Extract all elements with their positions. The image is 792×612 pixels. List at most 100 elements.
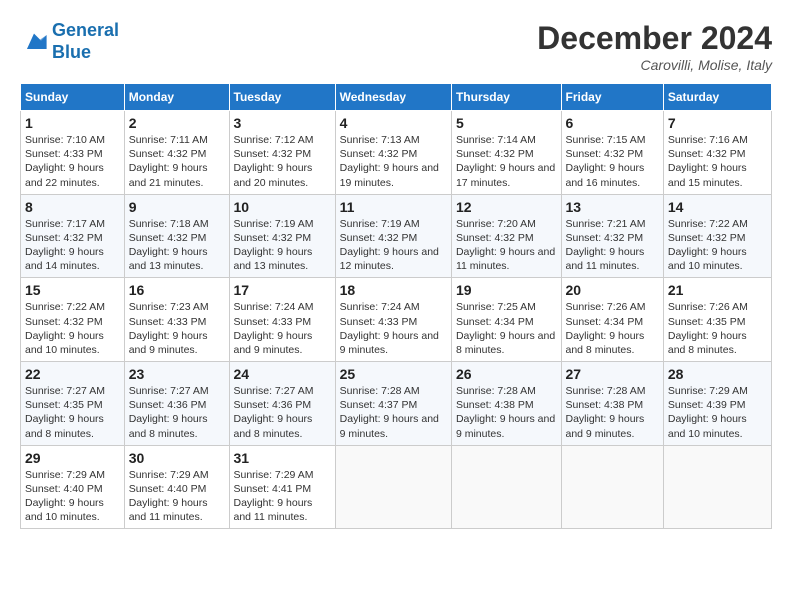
- day-number: 22: [25, 366, 120, 382]
- day-cell: 20 Sunrise: 7:26 AM Sunset: 4:34 PM Dayl…: [561, 278, 663, 362]
- day-info: Sunrise: 7:11 AM Sunset: 4:32 PM Dayligh…: [129, 133, 225, 190]
- day-cell: 12 Sunrise: 7:20 AM Sunset: 4:32 PM Dayl…: [451, 194, 561, 278]
- day-number: 23: [129, 366, 225, 382]
- logo-line1: General: [52, 20, 119, 40]
- day-info: Sunrise: 7:23 AM Sunset: 4:33 PM Dayligh…: [129, 300, 225, 357]
- day-number: 21: [668, 282, 767, 298]
- day-number: 5: [456, 115, 557, 131]
- day-number: 28: [668, 366, 767, 382]
- day-number: 10: [234, 199, 331, 215]
- day-number: 6: [566, 115, 659, 131]
- day-cell: 2 Sunrise: 7:11 AM Sunset: 4:32 PM Dayli…: [124, 111, 229, 195]
- day-number: 13: [566, 199, 659, 215]
- day-info: Sunrise: 7:12 AM Sunset: 4:32 PM Dayligh…: [234, 133, 331, 190]
- day-cell: 16 Sunrise: 7:23 AM Sunset: 4:33 PM Dayl…: [124, 278, 229, 362]
- location: Carovilli, Molise, Italy: [537, 57, 772, 73]
- day-number: 27: [566, 366, 659, 382]
- day-cell: 30 Sunrise: 7:29 AM Sunset: 4:40 PM Dayl…: [124, 445, 229, 529]
- day-number: 7: [668, 115, 767, 131]
- day-cell: [663, 445, 771, 529]
- day-info: Sunrise: 7:26 AM Sunset: 4:34 PM Dayligh…: [566, 300, 659, 357]
- page-header: General Blue December 2024 Carovilli, Mo…: [20, 20, 772, 73]
- logo-line2: Blue: [52, 42, 91, 62]
- day-cell: [561, 445, 663, 529]
- title-area: December 2024 Carovilli, Molise, Italy: [537, 20, 772, 73]
- month-title: December 2024: [537, 20, 772, 57]
- day-info: Sunrise: 7:19 AM Sunset: 4:32 PM Dayligh…: [340, 217, 447, 274]
- day-cell: 6 Sunrise: 7:15 AM Sunset: 4:32 PM Dayli…: [561, 111, 663, 195]
- day-info: Sunrise: 7:22 AM Sunset: 4:32 PM Dayligh…: [668, 217, 767, 274]
- day-cell: 11 Sunrise: 7:19 AM Sunset: 4:32 PM Dayl…: [335, 194, 451, 278]
- day-number: 29: [25, 450, 120, 466]
- day-number: 31: [234, 450, 331, 466]
- day-info: Sunrise: 7:29 AM Sunset: 4:39 PM Dayligh…: [668, 384, 767, 441]
- day-cell: 7 Sunrise: 7:16 AM Sunset: 4:32 PM Dayli…: [663, 111, 771, 195]
- header-cell-sunday: Sunday: [21, 84, 125, 111]
- day-info: Sunrise: 7:24 AM Sunset: 4:33 PM Dayligh…: [234, 300, 331, 357]
- day-number: 24: [234, 366, 331, 382]
- day-info: Sunrise: 7:15 AM Sunset: 4:32 PM Dayligh…: [566, 133, 659, 190]
- day-info: Sunrise: 7:13 AM Sunset: 4:32 PM Dayligh…: [340, 133, 447, 190]
- day-cell: 8 Sunrise: 7:17 AM Sunset: 4:32 PM Dayli…: [21, 194, 125, 278]
- day-cell: 5 Sunrise: 7:14 AM Sunset: 4:32 PM Dayli…: [451, 111, 561, 195]
- header-cell-monday: Monday: [124, 84, 229, 111]
- day-info: Sunrise: 7:19 AM Sunset: 4:32 PM Dayligh…: [234, 217, 331, 274]
- day-info: Sunrise: 7:28 AM Sunset: 4:38 PM Dayligh…: [566, 384, 659, 441]
- day-info: Sunrise: 7:29 AM Sunset: 4:40 PM Dayligh…: [129, 468, 225, 525]
- day-cell: 22 Sunrise: 7:27 AM Sunset: 4:35 PM Dayl…: [21, 362, 125, 446]
- header-cell-thursday: Thursday: [451, 84, 561, 111]
- calendar-table: SundayMondayTuesdayWednesdayThursdayFrid…: [20, 83, 772, 529]
- day-info: Sunrise: 7:24 AM Sunset: 4:33 PM Dayligh…: [340, 300, 447, 357]
- day-number: 25: [340, 366, 447, 382]
- day-info: Sunrise: 7:25 AM Sunset: 4:34 PM Dayligh…: [456, 300, 557, 357]
- day-cell: 25 Sunrise: 7:28 AM Sunset: 4:37 PM Dayl…: [335, 362, 451, 446]
- logo: General Blue: [20, 20, 119, 63]
- day-cell: 9 Sunrise: 7:18 AM Sunset: 4:32 PM Dayli…: [124, 194, 229, 278]
- day-number: 8: [25, 199, 120, 215]
- day-cell: 31 Sunrise: 7:29 AM Sunset: 4:41 PM Dayl…: [229, 445, 335, 529]
- day-info: Sunrise: 7:10 AM Sunset: 4:33 PM Dayligh…: [25, 133, 120, 190]
- day-info: Sunrise: 7:14 AM Sunset: 4:32 PM Dayligh…: [456, 133, 557, 190]
- day-cell: [451, 445, 561, 529]
- day-number: 18: [340, 282, 447, 298]
- day-number: 9: [129, 199, 225, 215]
- day-info: Sunrise: 7:21 AM Sunset: 4:32 PM Dayligh…: [566, 217, 659, 274]
- day-info: Sunrise: 7:27 AM Sunset: 4:35 PM Dayligh…: [25, 384, 120, 441]
- day-info: Sunrise: 7:18 AM Sunset: 4:32 PM Dayligh…: [129, 217, 225, 274]
- week-row-1: 1 Sunrise: 7:10 AM Sunset: 4:33 PM Dayli…: [21, 111, 772, 195]
- day-number: 3: [234, 115, 331, 131]
- day-cell: 26 Sunrise: 7:28 AM Sunset: 4:38 PM Dayl…: [451, 362, 561, 446]
- logo-text: General Blue: [52, 20, 119, 63]
- day-cell: 15 Sunrise: 7:22 AM Sunset: 4:32 PM Dayl…: [21, 278, 125, 362]
- day-number: 2: [129, 115, 225, 131]
- day-info: Sunrise: 7:16 AM Sunset: 4:32 PM Dayligh…: [668, 133, 767, 190]
- week-row-3: 15 Sunrise: 7:22 AM Sunset: 4:32 PM Dayl…: [21, 278, 772, 362]
- header-row: SundayMondayTuesdayWednesdayThursdayFrid…: [21, 84, 772, 111]
- week-row-2: 8 Sunrise: 7:17 AM Sunset: 4:32 PM Dayli…: [21, 194, 772, 278]
- day-cell: 23 Sunrise: 7:27 AM Sunset: 4:36 PM Dayl…: [124, 362, 229, 446]
- day-info: Sunrise: 7:29 AM Sunset: 4:40 PM Dayligh…: [25, 468, 120, 525]
- header-cell-saturday: Saturday: [663, 84, 771, 111]
- day-number: 12: [456, 199, 557, 215]
- calendar-header: SundayMondayTuesdayWednesdayThursdayFrid…: [21, 84, 772, 111]
- day-cell: 29 Sunrise: 7:29 AM Sunset: 4:40 PM Dayl…: [21, 445, 125, 529]
- header-cell-friday: Friday: [561, 84, 663, 111]
- day-cell: 24 Sunrise: 7:27 AM Sunset: 4:36 PM Dayl…: [229, 362, 335, 446]
- week-row-4: 22 Sunrise: 7:27 AM Sunset: 4:35 PM Dayl…: [21, 362, 772, 446]
- day-cell: 4 Sunrise: 7:13 AM Sunset: 4:32 PM Dayli…: [335, 111, 451, 195]
- day-number: 30: [129, 450, 225, 466]
- day-cell: 27 Sunrise: 7:28 AM Sunset: 4:38 PM Dayl…: [561, 362, 663, 446]
- day-info: Sunrise: 7:28 AM Sunset: 4:38 PM Dayligh…: [456, 384, 557, 441]
- day-cell: 17 Sunrise: 7:24 AM Sunset: 4:33 PM Dayl…: [229, 278, 335, 362]
- day-number: 1: [25, 115, 120, 131]
- day-number: 20: [566, 282, 659, 298]
- day-cell: 10 Sunrise: 7:19 AM Sunset: 4:32 PM Dayl…: [229, 194, 335, 278]
- day-cell: 19 Sunrise: 7:25 AM Sunset: 4:34 PM Dayl…: [451, 278, 561, 362]
- day-cell: 3 Sunrise: 7:12 AM Sunset: 4:32 PM Dayli…: [229, 111, 335, 195]
- day-info: Sunrise: 7:26 AM Sunset: 4:35 PM Dayligh…: [668, 300, 767, 357]
- header-cell-wednesday: Wednesday: [335, 84, 451, 111]
- header-cell-tuesday: Tuesday: [229, 84, 335, 111]
- day-info: Sunrise: 7:17 AM Sunset: 4:32 PM Dayligh…: [25, 217, 120, 274]
- day-cell: 28 Sunrise: 7:29 AM Sunset: 4:39 PM Dayl…: [663, 362, 771, 446]
- day-info: Sunrise: 7:27 AM Sunset: 4:36 PM Dayligh…: [129, 384, 225, 441]
